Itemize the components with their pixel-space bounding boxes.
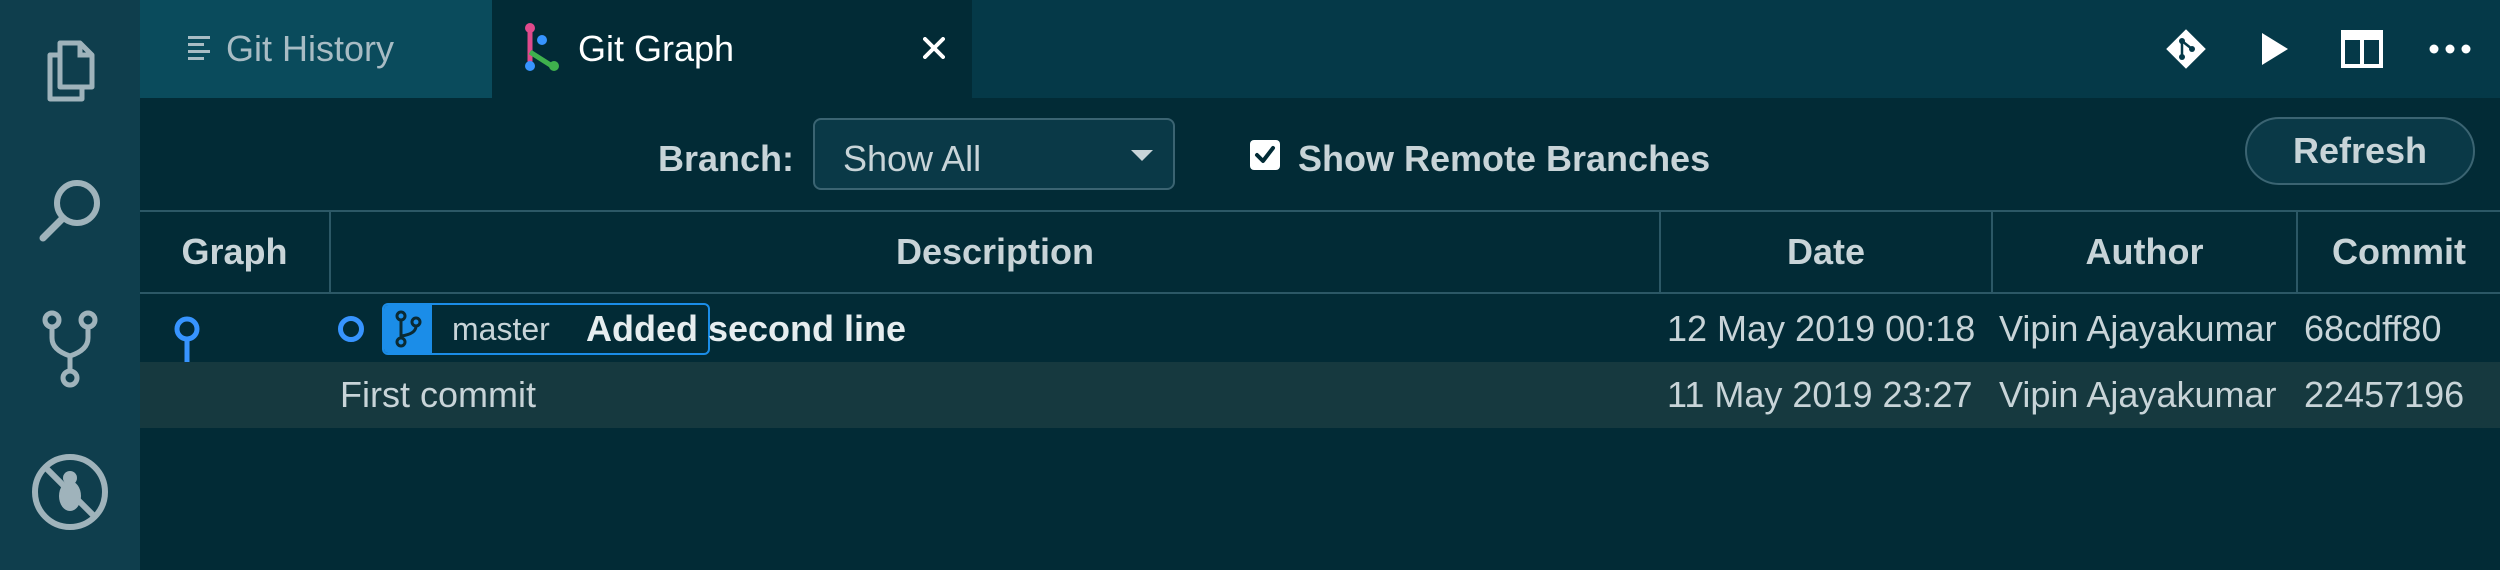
branch-dropdown[interactable]: Show All bbox=[813, 118, 1175, 190]
source-control-icon[interactable] bbox=[30, 310, 110, 390]
commit-author: Vipin Ajayakumar bbox=[1999, 374, 2277, 415]
table-row[interactable]: First commit 11 May 2019 23:27 Vipin Aja… bbox=[140, 362, 2500, 428]
close-icon[interactable] bbox=[916, 30, 952, 66]
run-icon[interactable] bbox=[2250, 25, 2298, 73]
branch-dropdown-value: Show All bbox=[843, 138, 982, 179]
column-header-date[interactable]: Date bbox=[1659, 212, 1991, 292]
commit-message: First commit bbox=[340, 374, 536, 415]
debug-icon[interactable] bbox=[30, 452, 110, 532]
search-icon[interactable] bbox=[30, 170, 110, 250]
list-icon bbox=[188, 34, 210, 65]
chevron-down-icon bbox=[1131, 150, 1153, 161]
tab-label: Git Graph bbox=[578, 28, 735, 69]
commit-message: Added second line bbox=[586, 308, 907, 349]
more-actions-icon[interactable] bbox=[2426, 25, 2474, 73]
tab-git-graph[interactable]: Git Graph bbox=[492, 0, 972, 98]
column-header-description[interactable]: Description bbox=[329, 212, 1659, 292]
checkmark-icon bbox=[1255, 146, 1275, 163]
commit-date: 11 May 2019 23:27 bbox=[1667, 374, 1973, 415]
show-remote-branches-label[interactable]: Show Remote Branches bbox=[1298, 138, 1710, 180]
table-row[interactable]: master Added second line 12 May 2019 00:… bbox=[140, 296, 2500, 362]
column-header-commit[interactable]: Commit bbox=[2296, 212, 2500, 292]
branch-name: master bbox=[452, 310, 550, 347]
column-header-author[interactable]: Author bbox=[1991, 212, 2296, 292]
tab-bar: Git History Git Graph bbox=[140, 0, 2500, 98]
controls-bar: Branch: Show All Show Remote Branches Re… bbox=[140, 98, 2500, 212]
column-header-graph[interactable]: Graph bbox=[140, 212, 329, 292]
show-remote-branches-checkbox[interactable] bbox=[1250, 140, 1280, 170]
activity-bar bbox=[0, 0, 140, 570]
refresh-button[interactable]: Refresh bbox=[2245, 117, 2475, 185]
branch-icon bbox=[384, 305, 432, 353]
branch-label: Branch: bbox=[658, 138, 795, 179]
split-editor-icon[interactable] bbox=[2338, 25, 2386, 73]
commit-author: Vipin Ajayakumar bbox=[1999, 308, 2277, 349]
tab-label: Git History bbox=[226, 28, 395, 69]
git-icon[interactable] bbox=[2162, 25, 2210, 73]
commit-hash: 22457196 bbox=[2304, 374, 2465, 415]
git-graph-icon bbox=[522, 22, 562, 77]
current-head-icon bbox=[338, 316, 364, 342]
commit-date: 12 May 2019 00:18 bbox=[1667, 308, 1976, 349]
commit-table-header: Graph Description Date Author Commit bbox=[140, 212, 2500, 294]
commit-hash: 68cdff80 bbox=[2304, 308, 2442, 349]
explorer-icon[interactable] bbox=[30, 30, 110, 110]
tab-git-history[interactable]: Git History bbox=[140, 0, 492, 98]
